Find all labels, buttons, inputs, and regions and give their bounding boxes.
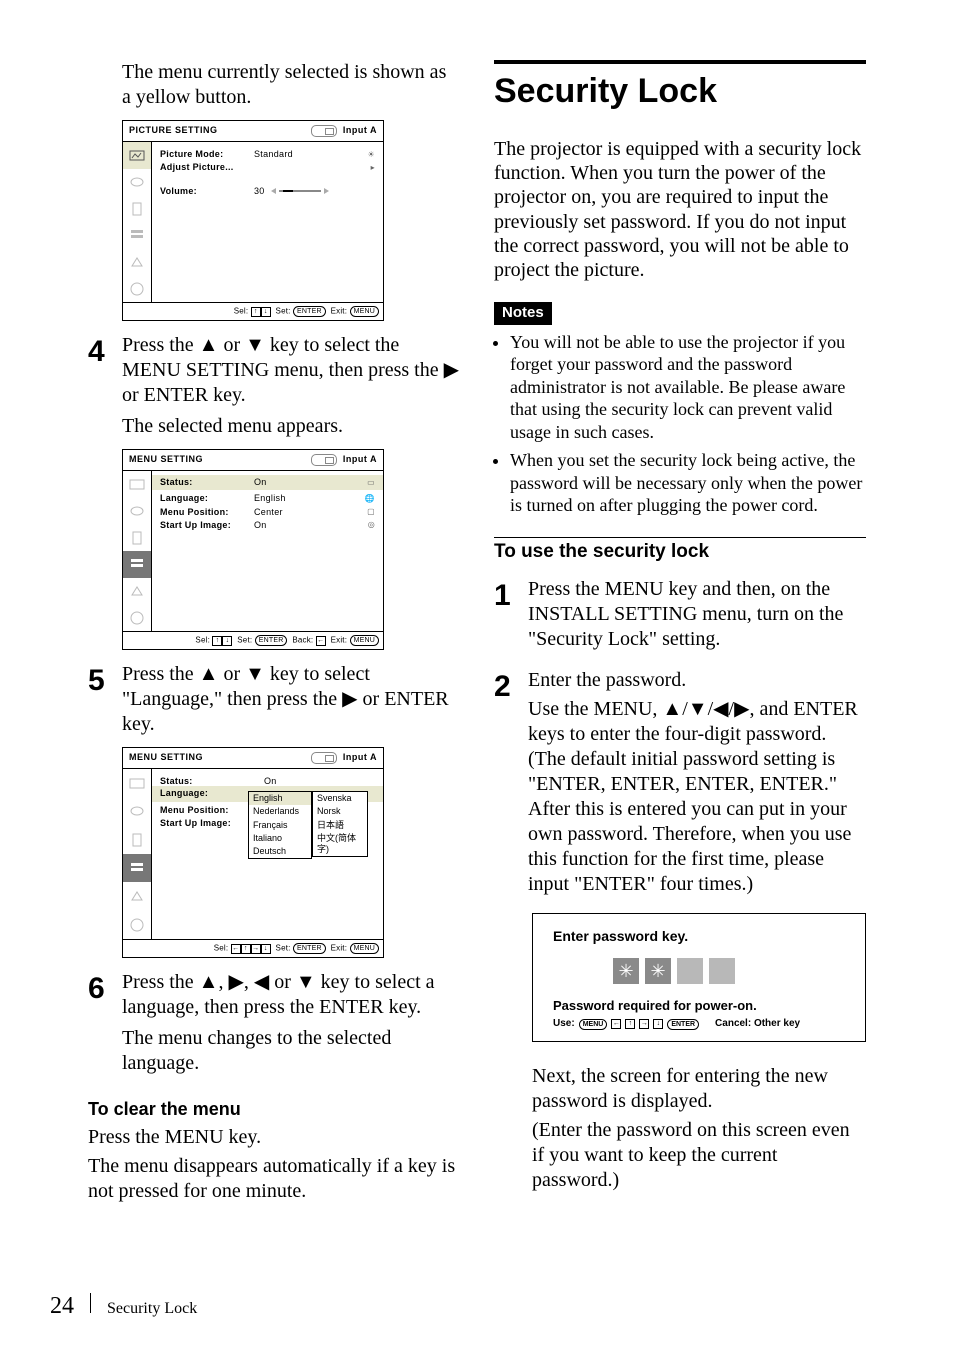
fig2-footer: Sel: ↑↓ Set: ENTER Back: ← Exit: MENU [123,631,383,649]
pw-box [709,958,735,984]
enter-key-icon: ENTER [667,1019,699,1030]
tab-set-icon [123,524,151,551]
language-dropdown-col1: English Nederlands Français Italiano Deu… [248,791,312,859]
tab-install-icon [123,882,151,910]
fig1-source: Input A [343,125,377,136]
fig2-source: Input A [343,454,377,465]
pwdlg-sub: Password required for power-on. [553,998,845,1014]
left-key-icon: ← [611,1019,621,1029]
clear-menu-p1: Press the MENU key. [88,1125,460,1150]
tab-install-icon [123,578,151,605]
tab-menu-icon [123,551,151,578]
menu-key-icon: MENU [579,1019,608,1030]
password-dialog: Enter password key. ✳ ✳ Password require… [532,913,866,1041]
up-key-icon: ↑ [625,1019,635,1029]
tab-info-icon [123,911,151,939]
fig1-footer: Sel: ↑↓ Set: ENTER Exit: MENU [123,302,383,320]
fig2-hl-val: On [250,477,361,488]
tab-picture-icon [123,142,151,169]
pw-box: ✳ [645,958,671,984]
tab-input-icon [123,498,151,525]
intro-para: The projector is equipped with a securit… [494,137,866,283]
page-number: 24 [50,1293,74,1320]
fig1-r2-lbl: Adjust Picture... [160,162,250,173]
fig1-r1-lbl: Picture Mode: [160,149,250,160]
step5-number: 5 [88,662,122,700]
subsection-heading: To use the security lock [494,540,866,564]
notes-label: Notes [494,302,552,325]
language-dropdown-col2: Svenska Norsk 日本語 中文(简体字) [312,791,368,857]
rstep2-lead: Enter the password. [528,668,866,693]
page-footer: 24 Security Lock [50,1293,197,1320]
fig2-title: MENU SETTING [129,454,203,465]
tab-menu-icon [123,854,151,882]
tab-info-icon [123,275,151,302]
step6-text: Press the ▲, ▶, ◀ or ▼ key to select a l… [122,970,460,1020]
fig1-vol-lbl: Volume: [160,186,250,197]
step4-number: 4 [88,333,122,371]
right-key-icon: → [639,1019,649,1029]
fig3-title: MENU SETTING [129,752,203,763]
tab-set-icon [123,195,151,222]
note-item: You will not be able to use the projecto… [510,331,866,444]
step6-sub: The menu changes to the selected languag… [122,1026,460,1076]
tab-picture-icon [123,471,151,498]
fig1-r1-val: Standard [250,149,361,160]
volume-slider-icon [271,188,329,194]
fig1-title: PICTURE SETTING [129,125,218,136]
step6-number: 6 [88,970,122,1008]
note-item: When you set the security lock being act… [510,449,866,517]
pw-box [677,958,703,984]
after-text2: (Enter the password on this screen even … [532,1118,866,1193]
figure-menu-setting-1: MENU SETTING Input A Status:On▭ Langu [122,449,384,650]
tab-input-icon [123,169,151,196]
step4-sub: The selected menu appears. [122,414,460,439]
down-key-icon: ↓ [653,1019,663,1029]
rstep1-number: 1 [494,577,528,615]
tab-set-icon [123,826,151,854]
rstep1-text: Press the MENU key and then, on the INST… [528,577,866,652]
subsection-rule [494,537,866,538]
fig3-footer: Sel: ←↑→↓ Set: ENTER Exit: MENU [123,939,383,957]
tab-input-icon [123,797,151,825]
figure-picture-setting: PICTURE SETTING Input A Picture Mode:Sta… [122,120,384,321]
step5-text: Press the ▲ or ▼ key to select "Language… [122,662,460,737]
step4-text: Press the ▲ or ▼ key to select the MENU … [122,333,460,408]
tab-info-icon [123,604,151,631]
password-boxes: ✳ ✳ [613,958,845,984]
pwdlg-cancel: Cancel: Other key [715,1018,800,1031]
clear-menu-heading: To clear the menu [88,1098,460,1121]
clear-menu-p2: The menu disappears automatically if a k… [88,1154,460,1204]
intro-text: The menu currently selected is shown as … [122,60,460,110]
rstep2-number: 2 [494,668,528,706]
tab-install-icon [123,249,151,276]
notes-list: You will not be able to use the projecto… [494,331,866,517]
section-rule [494,60,866,64]
pw-box: ✳ [613,958,639,984]
fig2-hl-lbl: Status: [160,477,250,488]
pwdlg-title: Enter password key. [553,928,845,946]
footer-title: Security Lock [107,1300,197,1318]
tab-menu-icon [123,222,151,249]
tab-picture-icon [123,769,151,797]
section-heading: Security Lock [494,70,866,113]
rstep2-body: Use the MENU, ▲/▼/◀/▶, and ENTER keys to… [528,697,866,897]
fig1-vol-val: 30 [254,186,265,197]
after-text1: Next, the screen for entering the new pa… [532,1064,866,1114]
pwdlg-use: Use: MENU ← ↑ → ↓ ENTER Cancel: Other ke… [553,1018,845,1031]
fig3-source: Input A [343,752,377,763]
figure-menu-setting-2: MENU SETTING Input A Status:On Langua [122,747,384,958]
